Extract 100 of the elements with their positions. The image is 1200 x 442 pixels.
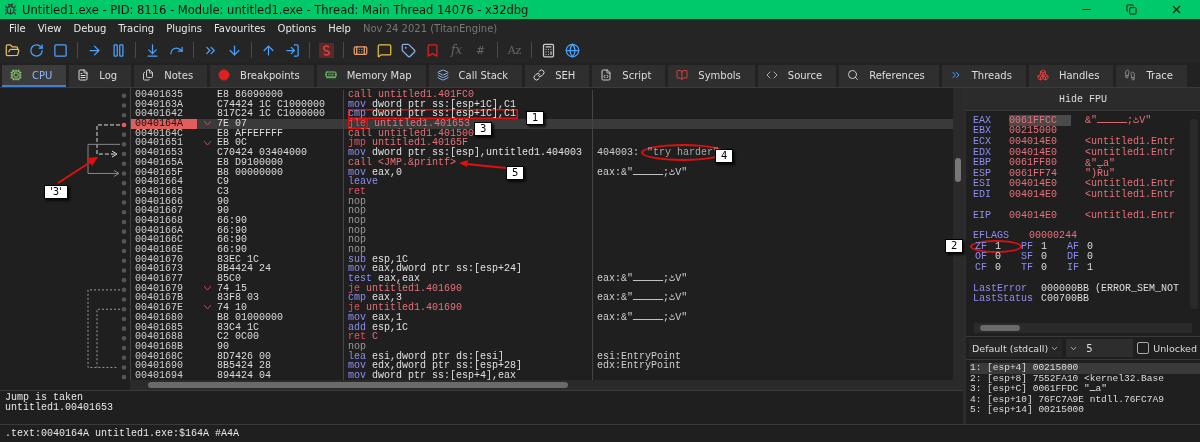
breakpoint-dot[interactable]: [121, 229, 127, 234]
flag-value[interactable]: 0: [1087, 240, 1109, 252]
breakpoint-dot[interactable]: [121, 316, 127, 322]
address-cell[interactable]: 00401668: [131, 215, 197, 226]
breakpoint-dot[interactable]: [121, 287, 127, 293]
breakpoint-dot[interactable]: [121, 200, 127, 205]
tab[interactable]: Log: [69, 65, 132, 87]
tab[interactable]: Handles: [1028, 65, 1114, 87]
breakpoint-dot[interactable]: [121, 180, 127, 186]
tab[interactable]: SEH: [525, 65, 590, 87]
address-cell[interactable]: 0040168B: [131, 341, 197, 352]
address-cell[interactable]: 00401688: [131, 332, 197, 342]
open-icon[interactable]: [5, 42, 20, 58]
address-cell[interactable]: 0040165F: [131, 167, 197, 178]
run-icon[interactable]: [87, 42, 102, 58]
address-cell[interactable]: 00401635: [131, 90, 197, 100]
breakpoint-dot[interactable]: [121, 248, 127, 254]
breakpoint-dot[interactable]: [121, 374, 127, 380]
tab[interactable]: Breakpoints: [210, 65, 314, 87]
address-cell[interactable]: 00401690: [131, 361, 197, 371]
step-into-icon[interactable]: [145, 42, 160, 58]
tab[interactable]: Threads: [941, 65, 1026, 87]
down-arrow-icon[interactable]: [227, 42, 242, 58]
breakpoint-dot[interactable]: [121, 355, 127, 361]
menu-item[interactable]: Favourites: [208, 22, 272, 34]
address-cell[interactable]: 0040165A: [131, 157, 197, 168]
address-cell[interactable]: 00401664: [131, 177, 197, 187]
register-value[interactable]: 004014E0: [1009, 178, 1071, 190]
flag-value[interactable]: 1: [1087, 261, 1109, 273]
breakpoint-dot[interactable]: [121, 268, 127, 273]
hide-fpu-button[interactable]: Hide FPU: [966, 88, 1200, 111]
stack-argument[interactable]: 3: [esp+C] 0061FFDC "ـa": [970, 384, 1200, 395]
menu-item[interactable]: Help: [322, 22, 357, 34]
menu-item[interactable]: Options: [271, 22, 323, 34]
breakpoint-dot[interactable]: [121, 93, 127, 99]
breakpoint-dot[interactable]: [121, 151, 127, 157]
breakpoint-dot[interactable]: [121, 277, 127, 283]
bookmark-icon[interactable]: [425, 42, 440, 58]
register-value[interactable]: 004014E0: [1009, 209, 1071, 221]
breakpoint-dot[interactable]: [121, 365, 127, 370]
horizontal-scrollbar[interactable]: [974, 323, 1192, 333]
breakpoint-dot[interactable]: [121, 142, 127, 147]
stack-argument[interactable]: 1: [esp+4] 00215000: [970, 363, 1200, 374]
restore-icon[interactable]: [1125, 4, 1137, 15]
globe-icon[interactable]: [565, 42, 580, 58]
breakpoint-dot[interactable]: [121, 258, 127, 264]
register-value[interactable]: 00215000: [1009, 125, 1071, 137]
tab[interactable]: Source: [757, 65, 837, 87]
tab[interactable]: CPU: [2, 65, 67, 87]
menu-item[interactable]: View: [31, 22, 68, 34]
register-value[interactable]: 00000244: [1029, 230, 1091, 242]
vertical-scrollbar[interactable]: [953, 88, 963, 380]
address-cell[interactable]: 0040166E: [131, 245, 197, 255]
breakpoint-dot[interactable]: [121, 161, 127, 167]
register-value[interactable]: 0061FF80: [1009, 157, 1071, 169]
address-cell[interactable]: 0040167B: [131, 293, 197, 304]
tab[interactable]: Symbols: [668, 65, 755, 87]
menu-item[interactable]: File: [3, 22, 32, 34]
stack-argument[interactable]: 5: [esp+14] 00215000: [970, 405, 1200, 416]
breakpoint-dot[interactable]: [121, 219, 127, 225]
address-cell[interactable]: 0040168C: [131, 351, 197, 362]
address-cell[interactable]: 00401694: [131, 370, 197, 380]
script-icon[interactable]: [319, 42, 334, 58]
register-value[interactable]: 004014E0: [1009, 136, 1071, 147]
unlocked-checkbox[interactable]: Unlocked: [1137, 342, 1197, 354]
address-cell[interactable]: 00401666: [131, 196, 197, 207]
menu-item[interactable]: Plugins: [160, 22, 209, 34]
address-cell[interactable]: 00401680: [131, 312, 197, 323]
address-cell[interactable]: 0040164A: [131, 119, 197, 129]
breakpoint-dot[interactable]: [121, 190, 127, 196]
comment-icon[interactable]: [377, 42, 392, 58]
register-value[interactable]: 004014E0: [1009, 146, 1071, 158]
breakpoint-dot[interactable]: [121, 336, 127, 341]
address-cell[interactable]: 00401673: [131, 264, 197, 275]
label-icon[interactable]: [401, 42, 416, 58]
stack-argument[interactable]: 4: [esp+10] 76FC7A9E ntdll.76FC7A9: [970, 394, 1200, 405]
breakpoint-dot[interactable]: [121, 345, 127, 351]
flag-value[interactable]: 0: [995, 261, 1017, 273]
menu-item[interactable]: Debug: [67, 22, 113, 34]
tab[interactable]: References: [839, 65, 939, 87]
argument-count-spinner[interactable]: 5: [1066, 339, 1134, 357]
flag-value[interactable]: 0: [995, 251, 1017, 263]
breakpoint-dot[interactable]: [121, 306, 127, 312]
breakpoint-dot[interactable]: [121, 209, 127, 215]
address-cell[interactable]: 00401642: [131, 109, 197, 120]
breakpoint-dot[interactable]: [121, 171, 127, 176]
address-cell[interactable]: 0040164C: [131, 128, 197, 139]
address-cell[interactable]: 00401685: [131, 322, 197, 333]
stop-icon[interactable]: [53, 42, 68, 58]
breakpoint-dot[interactable]: [121, 122, 127, 128]
calculator-icon[interactable]: [541, 42, 556, 58]
address-cell[interactable]: 00401670: [131, 254, 197, 265]
register-value[interactable]: 0061FF74: [1009, 167, 1071, 179]
flag-value[interactable]: 0: [1087, 251, 1109, 263]
address-cell[interactable]: 00401677: [131, 274, 197, 284]
pause-icon[interactable]: [111, 42, 126, 58]
breakpoint-dot[interactable]: [121, 112, 127, 118]
address-cell[interactable]: 0040163A: [131, 99, 197, 110]
breakpoint-dot[interactable]: [121, 297, 127, 302]
flag-value[interactable]: 0: [1041, 261, 1063, 273]
